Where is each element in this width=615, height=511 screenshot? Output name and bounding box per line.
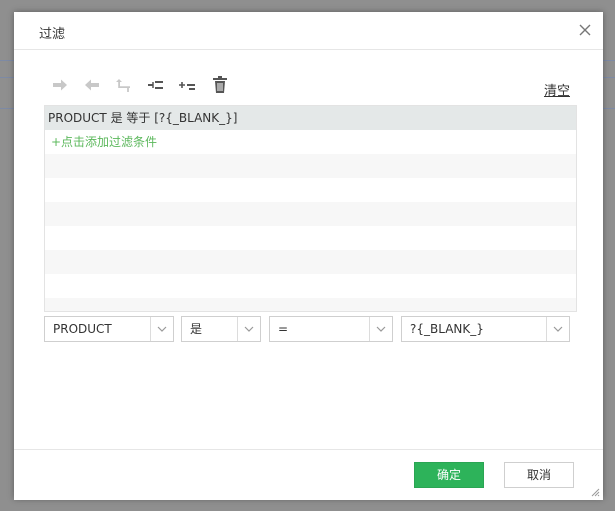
insert-below-icon xyxy=(148,81,163,89)
condition-row[interactable]: PRODUCT 是 等于 [?{_BLANK_}] xyxy=(45,106,576,130)
corner-up-icon xyxy=(116,79,130,92)
chevron-down-icon[interactable] xyxy=(237,317,260,341)
insert-below-button[interactable] xyxy=(146,75,166,95)
operator-select[interactable]: = xyxy=(269,316,393,342)
field-select-value: PRODUCT xyxy=(53,322,112,336)
add-condition-link[interactable]: +点击添加过滤条件 xyxy=(45,130,576,154)
arrow-left-icon xyxy=(85,79,99,91)
indent-left-button[interactable] xyxy=(82,75,102,95)
relation-select-value: 是 xyxy=(190,322,203,336)
close-icon[interactable] xyxy=(577,22,593,38)
cancel-button[interactable]: 取消 xyxy=(504,462,574,488)
dialog-header: 过滤 xyxy=(14,12,603,50)
operator-select-value: = xyxy=(278,322,289,336)
empty-row xyxy=(45,202,576,226)
chevron-down-icon[interactable] xyxy=(369,317,392,341)
arrow-right-icon xyxy=(53,79,67,91)
filter-dialog: 过滤 清空 PRODUCT 是 等于 [?{_BLANK_}] +点击添加过滤条… xyxy=(14,12,603,500)
move-up-button[interactable] xyxy=(114,75,134,95)
indent-right-button[interactable] xyxy=(50,75,70,95)
value-select-value: ?{_BLANK_} xyxy=(410,322,484,336)
empty-row xyxy=(45,274,576,298)
empty-row xyxy=(45,226,576,250)
chevron-down-icon[interactable] xyxy=(150,317,173,341)
delete-button[interactable] xyxy=(210,75,230,95)
insert-above-icon xyxy=(179,82,195,90)
condition-list: PRODUCT 是 等于 [?{_BLANK_}] +点击添加过滤条件 xyxy=(44,105,577,312)
empty-row xyxy=(45,178,576,202)
resize-grip-icon[interactable] xyxy=(590,486,600,497)
dialog-title: 过滤 xyxy=(39,27,66,42)
value-select[interactable]: ?{_BLANK_} xyxy=(401,316,570,342)
insert-above-button[interactable] xyxy=(178,75,198,95)
relation-select[interactable]: 是 xyxy=(181,316,261,342)
dialog-footer: 确定 取消 xyxy=(14,449,603,500)
empty-row xyxy=(45,250,576,274)
empty-row xyxy=(45,154,576,178)
clear-link[interactable]: 清空 xyxy=(544,80,570,99)
field-select[interactable]: PRODUCT xyxy=(44,316,174,342)
trash-icon xyxy=(213,76,227,93)
chevron-down-icon[interactable] xyxy=(546,317,569,341)
empty-row xyxy=(45,298,576,311)
ok-button[interactable]: 确定 xyxy=(414,462,484,488)
